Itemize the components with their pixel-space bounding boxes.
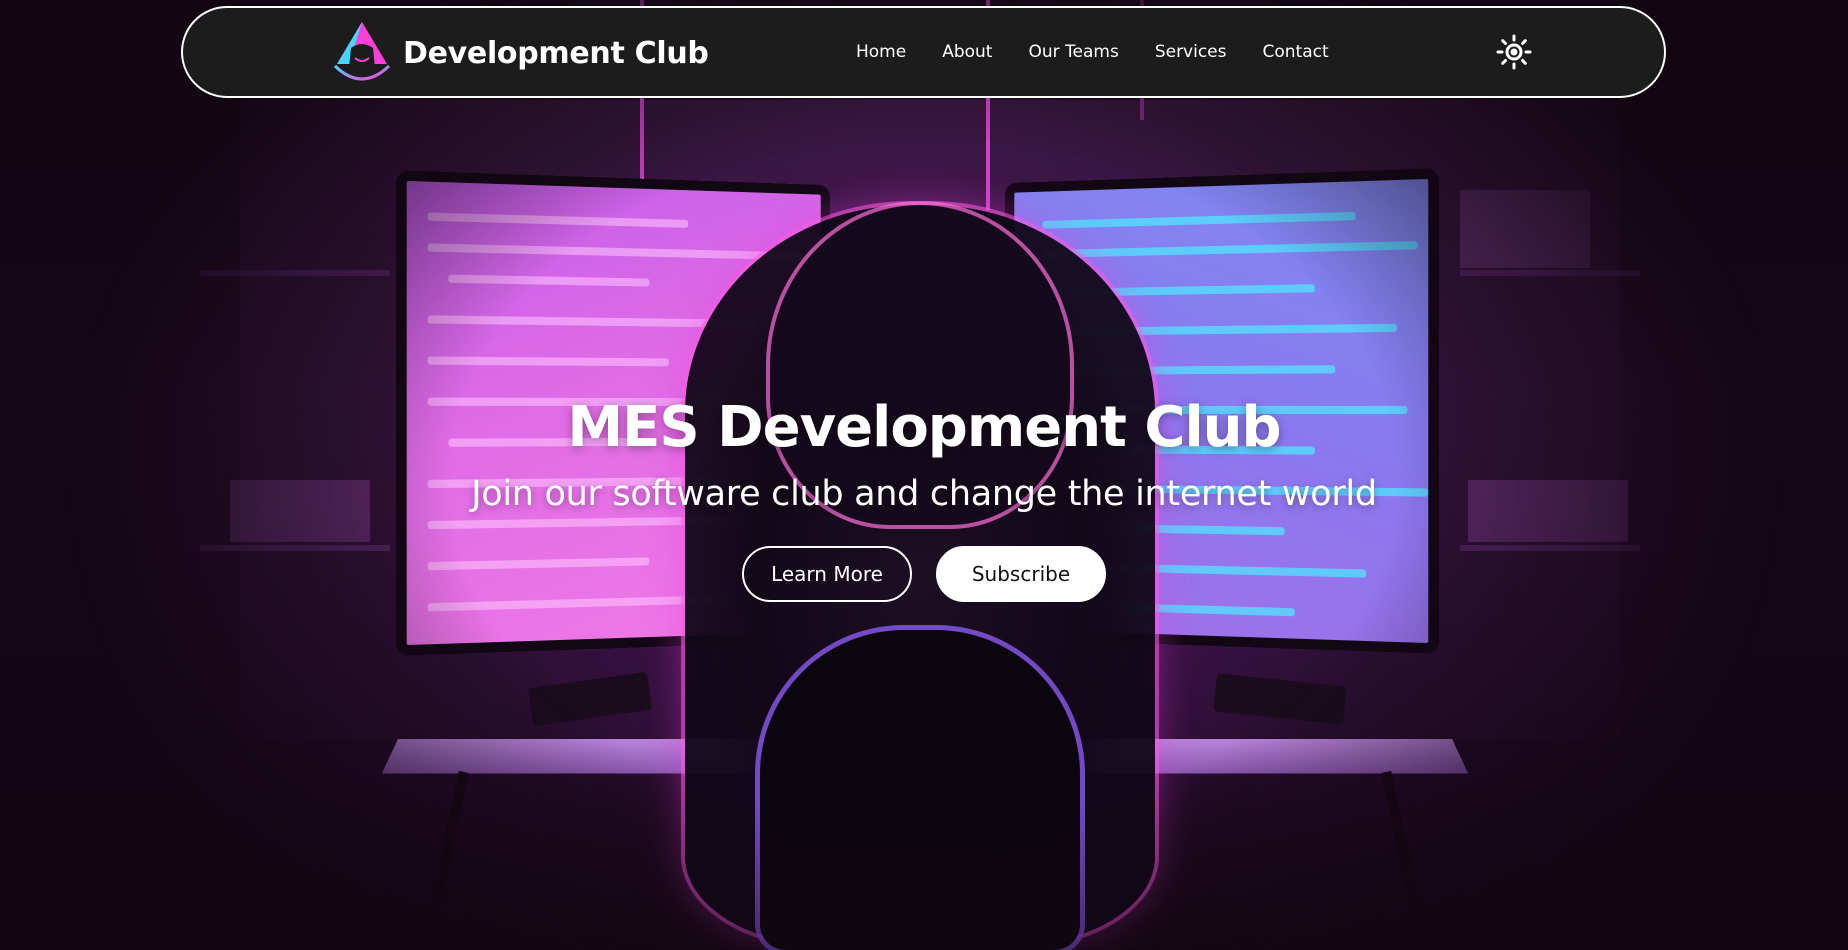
hero-title: MES Development Club <box>567 395 1281 460</box>
navbar: Development Club Home About Our Teams Se… <box>181 6 1666 98</box>
nav-link-contact[interactable]: Contact <box>1263 42 1329 62</box>
learn-more-button[interactable]: Learn More <box>742 546 912 602</box>
nav-link-our-teams[interactable]: Our Teams <box>1028 42 1118 62</box>
nav-link-about[interactable]: About <box>942 42 992 62</box>
brand-name: Development Club <box>403 35 709 71</box>
nav-links: Home About Our Teams Services Contact <box>856 8 1365 96</box>
sun-icon[interactable] <box>1496 34 1532 70</box>
subscribe-button[interactable]: Subscribe <box>936 546 1106 602</box>
hero-buttons: Learn More Subscribe <box>0 546 1848 602</box>
hero-subtitle: Join our software club and change the in… <box>471 474 1377 514</box>
brand[interactable]: Development Club <box>329 18 709 88</box>
nav-link-home[interactable]: Home <box>856 42 906 62</box>
hooded-hacker-logo-icon <box>333 22 391 81</box>
hero-content: MES Development Club Join our software c… <box>0 392 1848 602</box>
nav-link-services[interactable]: Services <box>1155 42 1227 62</box>
